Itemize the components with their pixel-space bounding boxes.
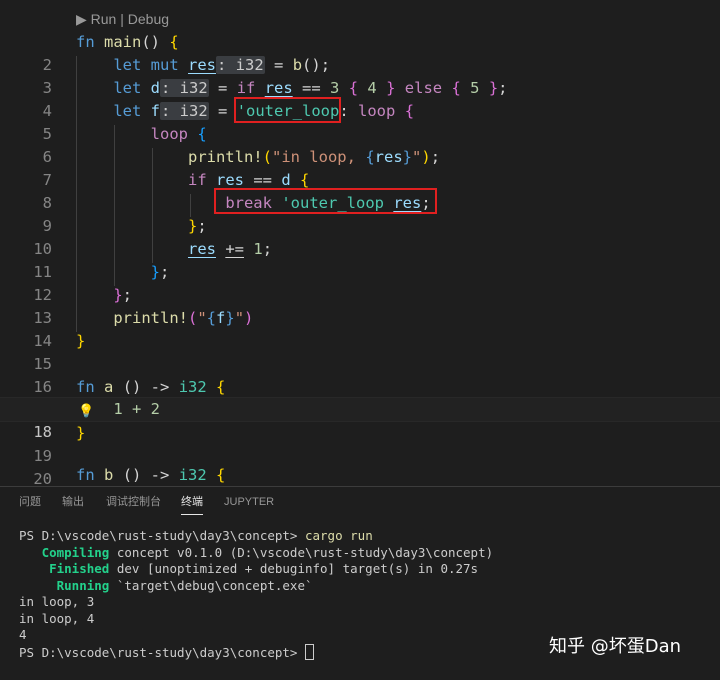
tab-problems[interactable]: 问题 — [19, 487, 41, 517]
code-editor[interactable]: ▶ Run | Debug 2 fn main() { 3 let mut re… — [0, 0, 720, 486]
terminal-line: PS D:\vscode\rust-study\day3\concept> ca… — [19, 528, 373, 543]
code-line-2[interactable]: 2 fn main() { — [0, 31, 720, 74]
terminal-line: Compiling concept v0.1.0 (D:\vscode\rust… — [19, 544, 494, 560]
terminal-line: Finished dev [unoptimized + debuginfo] t… — [19, 561, 479, 576]
code-line-11[interactable]: 11 res += 1; — [0, 238, 720, 281]
code-line-19[interactable]: 19 } — [0, 422, 720, 465]
watermark: 知乎 @坏蛋Dan — [549, 636, 682, 657]
code-line-15[interactable]: 15 } — [0, 330, 720, 373]
terminal-line: Running `target\debug\concept.exe` — [19, 577, 313, 593]
tab-debug-console[interactable]: 调试控制台 — [106, 487, 161, 517]
terminal-prompt-line[interactable]: PS D:\vscode\rust-study\day3\concept> — [19, 643, 314, 661]
code-line-17[interactable]: 17 fn a () -> i32 { — [0, 376, 720, 419]
type-hint: : i32 — [160, 79, 209, 97]
terminal-cursor — [304, 643, 314, 660]
code-line-18[interactable]: 18 💡 1 + 2 — [0, 397, 720, 441]
highlight-box-break — [214, 188, 437, 214]
tab-output[interactable]: 输出 — [62, 487, 84, 517]
code-line-21[interactable]: 21 fn b () -> i32 { — [0, 464, 720, 486]
code-line-14[interactable]: 14 println!("{f}") — [0, 307, 720, 350]
terminal-line: 4 — [19, 627, 27, 642]
panel-tabs: 问题 输出 调试控制台 终端 JUPYTER — [0, 487, 720, 517]
tab-terminal[interactable]: 终端 — [181, 487, 203, 517]
terminal-line: in loop, 3 — [19, 594, 95, 609]
code-line-4[interactable]: 4 let d: i32 = if res == 3 { 4 } else { … — [0, 77, 720, 120]
terminal-line: in loop, 4 — [19, 610, 95, 626]
code-line-13[interactable]: 13 }; — [0, 284, 720, 327]
code-line-3[interactable]: 3 let mut res: i32 = b(); — [0, 54, 720, 97]
highlight-box-label-def — [234, 97, 341, 123]
code-line-10[interactable]: 10 }; — [0, 215, 720, 258]
code-line-12[interactable]: 12 }; — [0, 261, 720, 304]
code-line-7[interactable]: 7 println!("in loop, {res}"); — [0, 146, 720, 189]
tab-jupyter[interactable]: JUPYTER — [224, 487, 274, 517]
code-line-5[interactable]: 5 let f: i32 = 'outer_loop: loop { — [0, 100, 720, 143]
code-line-6[interactable]: 6 loop { — [0, 123, 720, 166]
code-line-16[interactable]: 16 — [0, 353, 720, 396]
type-hint: : i32 — [216, 56, 265, 74]
codelens-run-debug[interactable]: ▶ Run | Debug — [76, 9, 169, 29]
type-hint: : i32 — [160, 102, 209, 120]
bottom-panel: 问题 输出 调试控制台 终端 JUPYTER PS D:\vscode\rust… — [0, 486, 720, 680]
